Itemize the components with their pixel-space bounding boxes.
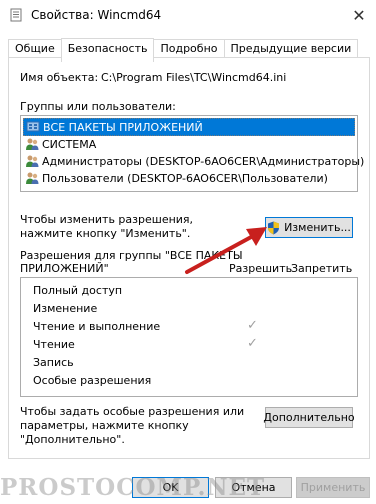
permissions-list: Полный доступ Изменение Чтение и выполне… <box>20 277 358 397</box>
allow-read-check-icon: ✓ <box>247 336 258 351</box>
object-name-value: C:\Program Files\TC\Wincmd64.ini <box>101 71 287 84</box>
permission-write: Запись <box>33 356 74 369</box>
apply-button[interactable]: Применить <box>296 477 370 498</box>
watermark: PROSTOCOMP.NET <box>0 474 266 501</box>
allow-read-execute-check-icon: ✓ <box>247 318 258 333</box>
advanced-button[interactable]: Дополнительно <box>263 407 355 428</box>
users-icon <box>26 138 39 150</box>
group-item-all-app-packages[interactable]: ВСЕ ПАКЕТЫ ПРИЛОЖЕНИЙ <box>23 118 355 136</box>
group-item-users[interactable]: Пользователи (DESKTOP-6AO6CER\Пользовате… <box>23 170 328 186</box>
permission-full-control: Полный доступ <box>33 284 123 297</box>
permission-modify: Изменение <box>33 302 98 315</box>
change-hint-line2: нажмите кнопку "Изменить". <box>20 227 191 240</box>
properties-dialog: Свойства: Wincmd64 ✕ Общие Безопасность … <box>0 0 376 504</box>
special-hint-line1: Чтобы задать особые разрешения или <box>20 405 245 418</box>
apply-button-label: Применить <box>300 481 366 494</box>
groups-label: Группы или пользователи: <box>20 100 176 113</box>
uac-shield-icon <box>268 221 280 234</box>
group-item-system[interactable]: СИСТЕМА <box>23 136 96 152</box>
close-icon: ✕ <box>352 5 366 25</box>
permissions-for-line1: Разрешения для группы "ВСЕ ПАКЕТЫ <box>20 249 243 262</box>
change-button-label: Изменить... <box>284 221 351 234</box>
users-icon <box>26 155 39 167</box>
close-button[interactable]: ✕ <box>348 4 370 26</box>
allow-column-header: Разрешить <box>229 262 293 275</box>
users-icon <box>26 172 39 184</box>
permission-read: Чтение <box>33 338 75 351</box>
advanced-button-label: Дополнительно <box>263 411 355 424</box>
object-name-label: Имя объекта: <box>20 71 99 84</box>
group-item-label: СИСТЕМА <box>42 137 97 151</box>
permission-special: Особые разрешения <box>33 374 152 387</box>
group-item-administrators[interactable]: Администраторы (DESKTOP-6AO6CER\Админист… <box>23 153 364 169</box>
tab-security[interactable]: Безопасность <box>60 38 155 62</box>
title-bar: Свойства: Wincmd64 ✕ <box>0 0 376 30</box>
window-title: Свойства: Wincmd64 <box>31 8 162 22</box>
permissions-for-line2: ПРИЛОЖЕНИЙ" <box>20 262 109 275</box>
groups-listbox[interactable]: ВСЕ ПАКЕТЫ ПРИЛОЖЕНИЙ СИСТЕМА Администра… <box>20 115 364 192</box>
group-item-label: Администраторы (DESKTOP-6AO6CER\Админист… <box>42 154 365 168</box>
group-item-label: Пользователи (DESKTOP-6AO6CER\Пользовате… <box>42 171 328 185</box>
change-hint-line1: Чтобы изменить разрешения, <box>20 213 194 226</box>
change-button[interactable]: Изменить... <box>265 217 353 238</box>
file-icon <box>10 8 22 22</box>
special-hint-line3: "Дополнительно". <box>20 433 125 446</box>
deny-column-header: Запретить <box>291 262 353 275</box>
tab-general[interactable]: Общие <box>8 39 62 59</box>
app-packages-icon <box>26 121 40 132</box>
tab-previous-versions[interactable]: Предыдущие версии <box>223 39 359 59</box>
permission-read-execute: Чтение и выполнение <box>33 320 161 333</box>
special-hint-line2: параметры, нажмите кнопку <box>20 419 189 432</box>
tab-strip: Общие Безопасность Подробно Предыдущие в… <box>8 37 359 62</box>
tab-details[interactable]: Подробно <box>153 39 225 59</box>
group-item-label: ВСЕ ПАКЕТЫ ПРИЛОЖЕНИЙ <box>43 120 203 134</box>
